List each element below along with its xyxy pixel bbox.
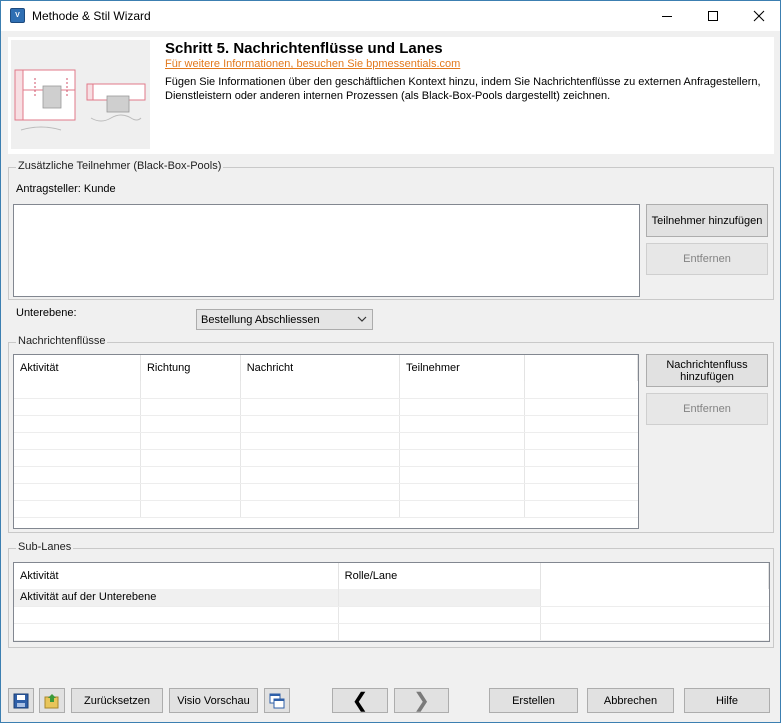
add-message-flow-button[interactable]: Nachrichtenfluss hinzufügen	[646, 354, 768, 387]
create-button[interactable]: Erstellen	[489, 688, 578, 713]
table-header-row: Aktivität Richtung Nachricht Teilnehmer	[14, 355, 638, 381]
message-flows-group-label: Nachrichtenflüsse	[16, 335, 108, 347]
table-row[interactable]	[14, 381, 638, 399]
column-header[interactable]: Teilnehmer	[399, 355, 525, 381]
column-header-empty	[524, 355, 638, 381]
column-header[interactable]: Richtung	[140, 355, 241, 381]
maximize-icon	[708, 11, 718, 21]
column-header[interactable]: Rolle/Lane	[338, 563, 542, 589]
step-description: Fügen Sie Informationen über den geschäf…	[165, 76, 761, 102]
column-header[interactable]: Nachricht	[240, 355, 401, 381]
close-icon	[753, 10, 765, 22]
close-button[interactable]	[736, 1, 781, 31]
table-row[interactable]	[14, 398, 638, 416]
remove-message-flow-button[interactable]: Entfernen	[646, 393, 768, 425]
sublevel-label: Unterebene:	[16, 307, 77, 319]
next-button[interactable]: ❯	[394, 688, 449, 713]
sub-lanes-group-label: Sub-Lanes	[16, 541, 74, 553]
column-header-empty	[540, 563, 769, 589]
minimize-button[interactable]	[644, 1, 690, 31]
save-button[interactable]	[8, 688, 34, 713]
reset-button[interactable]: Zurücksetzen	[71, 688, 163, 713]
table-row[interactable]	[14, 466, 638, 484]
table-cell[interactable]	[338, 589, 542, 607]
add-participant-button[interactable]: Teilnehmer hinzufügen	[646, 204, 768, 237]
participants-list[interactable]	[13, 204, 640, 297]
step-header: Schritt 5. Nachrichtenflüsse und Lanes F…	[8, 37, 774, 154]
window-title: Methode & Stil Wizard	[32, 9, 151, 23]
table-row[interactable]	[14, 449, 638, 467]
table-row[interactable]	[14, 432, 638, 450]
visio-preview-button[interactable]: Visio Vorschau	[169, 688, 258, 713]
wizard-window: V Methode & Stil Wizard Schritt 5. Nachr…	[0, 0, 781, 723]
remove-participant-button[interactable]: Entfernen	[646, 243, 768, 275]
requester-label: Antragsteller: Kunde	[16, 183, 116, 195]
table-row[interactable]	[14, 606, 769, 624]
chevron-right-icon: ❯	[413, 689, 430, 712]
open-button[interactable]	[39, 688, 65, 713]
visio-app-icon: V	[10, 8, 25, 23]
table-row[interactable]: Aktivität auf der Unterebene	[14, 589, 769, 607]
sub-lanes-table[interactable]: Aktivität Rolle/Lane Aktivität auf der U…	[13, 562, 770, 642]
minimize-icon	[662, 16, 672, 17]
column-header[interactable]: Aktivität	[14, 355, 141, 381]
table-row[interactable]	[14, 500, 638, 518]
table-row[interactable]	[14, 483, 638, 501]
cancel-button[interactable]: Abbrechen	[587, 688, 674, 713]
info-link[interactable]: Für weitere Informationen, besuchen Sie …	[165, 58, 460, 70]
sublevel-dropdown[interactable]: Bestellung Abschliessen	[196, 309, 373, 330]
step-title: Schritt 5. Nachrichtenflüsse und Lanes	[165, 40, 443, 57]
back-button[interactable]: ❮	[332, 688, 388, 713]
title-bar: V Methode & Stil Wizard	[1, 1, 780, 31]
maximize-button[interactable]	[690, 1, 736, 31]
chevron-left-icon: ❮	[351, 689, 369, 712]
table-cell[interactable]: Aktivität auf der Unterebene	[14, 589, 339, 607]
message-flows-table[interactable]: Aktivität Richtung Nachricht Teilnehmer	[13, 354, 639, 529]
table-row[interactable]	[14, 415, 638, 433]
step-illustration-icon	[11, 40, 150, 149]
chevron-down-icon	[357, 316, 367, 322]
window-switch-button[interactable]	[264, 688, 290, 713]
help-button[interactable]: Hilfe	[684, 688, 770, 713]
folder-open-icon	[44, 693, 59, 708]
participants-group-label: Zusätzliche Teilnehmer (Black-Box-Pools)	[16, 160, 224, 172]
table-header-row: Aktivität Rolle/Lane	[14, 563, 769, 589]
table-row[interactable]	[14, 623, 769, 641]
save-icon	[13, 693, 29, 708]
sublevel-selected: Bestellung Abschliessen	[201, 314, 320, 326]
column-header[interactable]: Aktivität	[14, 563, 339, 589]
windows-icon	[269, 693, 285, 708]
